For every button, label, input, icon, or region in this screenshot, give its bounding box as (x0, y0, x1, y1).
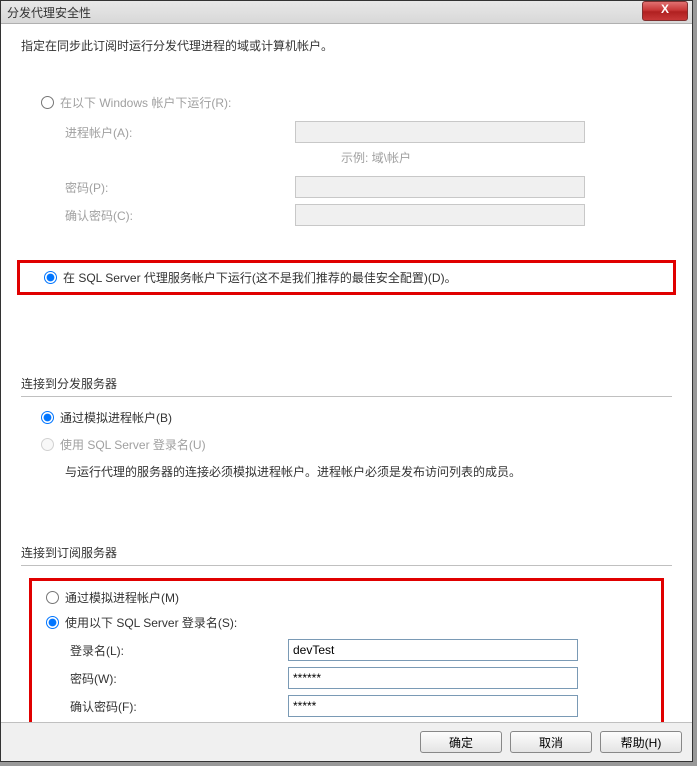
subscriber-separator (21, 565, 672, 566)
distributor-note: 与运行代理的服务器的连接必须模拟进程帐户。进程帐户必须是发布访问列表的成员。 (65, 463, 672, 480)
example-hint: 示例: 域\帐户 (341, 149, 672, 166)
dist-impersonate-row: 通过模拟进程帐户(B) (21, 409, 672, 426)
distributor-separator (21, 396, 672, 397)
run-windows-label: 在以下 Windows 帐户下运行(R): (60, 94, 231, 111)
sub-confirm-label: 确认密码(F): (70, 698, 288, 715)
sub-sqllogin-label: 使用以下 SQL Server 登录名(S): (65, 614, 237, 631)
highlight-sql-agent: 在 SQL Server 代理服务帐户下运行(这不是我们推荐的最佳安全配置)(D… (17, 260, 676, 295)
password-input (295, 176, 585, 198)
dist-sqllogin-row: 使用 SQL Server 登录名(U) (21, 436, 672, 453)
confirm-password-input (295, 204, 585, 226)
close-button[interactable]: X (642, 1, 688, 21)
help-button[interactable]: 帮助(H) (600, 731, 682, 753)
process-account-label: 进程帐户(A): (65, 124, 295, 141)
process-account-input (295, 121, 585, 143)
sub-password-input[interactable] (288, 667, 578, 689)
distributor-header: 连接到分发服务器 (21, 375, 672, 392)
sub-sqllogin-radio[interactable] (46, 616, 59, 629)
dialog-window: 分发代理安全性 X 指定在同步此订阅时运行分发代理进程的域或计算机帐户。 在以下… (0, 0, 693, 762)
run-sql-agent-label: 在 SQL Server 代理服务帐户下运行(这不是我们推荐的最佳安全配置)(D… (63, 269, 457, 286)
run-as-group: 在以下 Windows 帐户下运行(R): 进程帐户(A): 示例: 域\帐户 … (21, 94, 672, 295)
cancel-button[interactable]: 取消 (510, 731, 592, 753)
subscriber-header: 连接到订阅服务器 (21, 544, 672, 561)
confirm-password-label: 确认密码(C): (65, 207, 295, 224)
run-sql-agent-radio[interactable] (44, 271, 57, 284)
password-label: 密码(P): (65, 179, 295, 196)
sub-impersonate-label: 通过模拟进程帐户(M) (65, 589, 179, 606)
run-windows-radio-row: 在以下 Windows 帐户下运行(R): (21, 94, 672, 111)
titlebar: 分发代理安全性 X (1, 1, 692, 24)
footer: 确定 取消 帮助(H) (1, 722, 692, 761)
run-windows-radio[interactable] (41, 96, 54, 109)
ok-button[interactable]: 确定 (420, 731, 502, 753)
dist-impersonate-label: 通过模拟进程帐户(B) (60, 409, 172, 426)
content-area: 指定在同步此订阅时运行分发代理进程的域或计算机帐户。 在以下 Windows 帐… (1, 23, 692, 721)
dist-sqllogin-label: 使用 SQL Server 登录名(U) (60, 436, 206, 453)
window-title: 分发代理安全性 (7, 4, 91, 21)
dist-impersonate-radio[interactable] (41, 411, 54, 424)
sub-impersonate-radio[interactable] (46, 591, 59, 604)
sub-confirm-input[interactable] (288, 695, 578, 717)
windows-fields: 进程帐户(A): 示例: 域\帐户 密码(P): 确认密码(C): (65, 121, 672, 226)
dist-sqllogin-radio (41, 438, 54, 451)
sub-password-label: 密码(W): (70, 670, 288, 687)
sub-login-label: 登录名(L): (70, 642, 288, 659)
sub-login-input[interactable] (288, 639, 578, 661)
intro-text: 指定在同步此订阅时运行分发代理进程的域或计算机帐户。 (21, 37, 672, 54)
